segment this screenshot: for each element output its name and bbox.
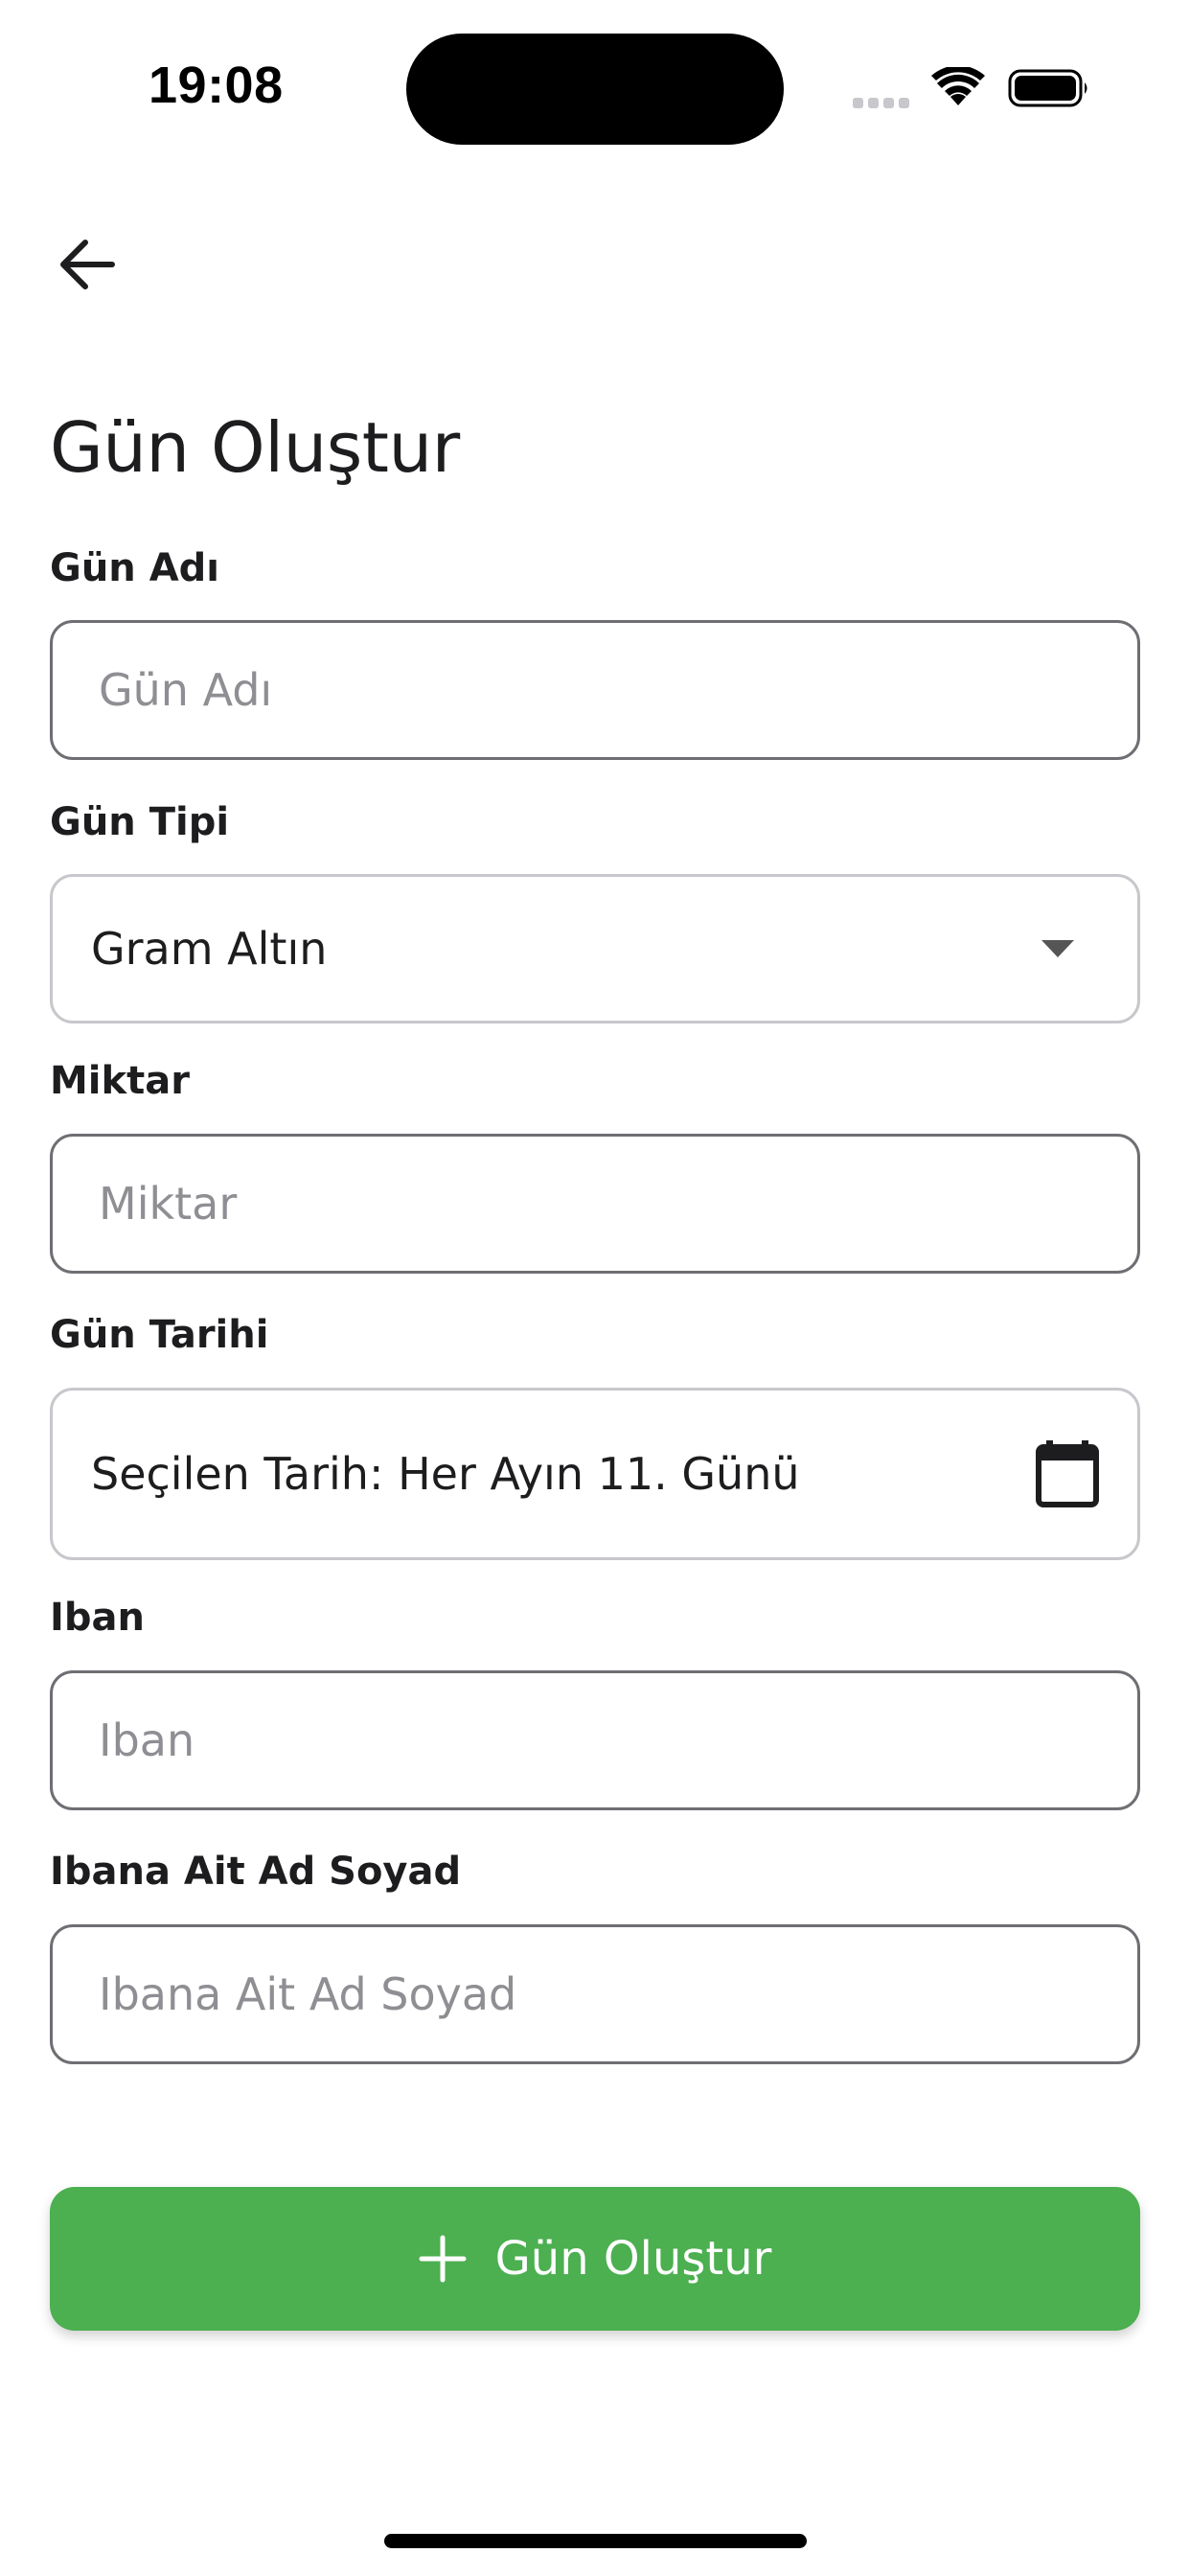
status-time: 19:08 xyxy=(149,57,284,114)
date-label: Gün Tarihi xyxy=(50,1313,269,1357)
wifi-icon xyxy=(931,65,985,109)
type-select-value: Gram Altın xyxy=(91,923,328,975)
page-title: Gün Oluştur xyxy=(50,407,460,488)
back-button[interactable] xyxy=(48,226,125,303)
calendar-icon[interactable] xyxy=(1036,1440,1099,1507)
amount-input[interactable] xyxy=(50,1134,1140,1274)
cellular-signal-icon xyxy=(853,94,916,108)
dynamic-island xyxy=(406,34,784,145)
chevron-down-icon xyxy=(1041,940,1074,957)
plus-icon xyxy=(419,2235,467,2283)
battery-icon xyxy=(1008,67,1090,109)
iban-label: Iban xyxy=(50,1596,145,1640)
type-label: Gün Tipi xyxy=(50,800,230,844)
amount-label: Miktar xyxy=(50,1059,190,1103)
iban-input[interactable] xyxy=(50,1670,1140,1810)
iban-owner-input[interactable] xyxy=(50,1924,1140,2064)
iban-owner-label: Ibana Ait Ad Soyad xyxy=(50,1850,462,1894)
status-bar: 19:08 xyxy=(0,0,1190,172)
create-day-button-label: Gün Oluştur xyxy=(494,2232,772,2286)
date-value: Seçilen Tarih: Her Ayın 11. Günü xyxy=(91,1448,800,1500)
create-day-button[interactable]: Gün Oluştur xyxy=(50,2187,1140,2331)
home-indicator[interactable] xyxy=(384,2534,807,2548)
name-input[interactable] xyxy=(50,620,1140,760)
arrow-left-icon xyxy=(60,240,115,289)
name-label: Gün Adı xyxy=(50,546,220,590)
date-picker-field[interactable]: Seçilen Tarih: Her Ayın 11. Günü xyxy=(50,1388,1140,1560)
type-select[interactable]: Gram Altın xyxy=(50,874,1140,1024)
